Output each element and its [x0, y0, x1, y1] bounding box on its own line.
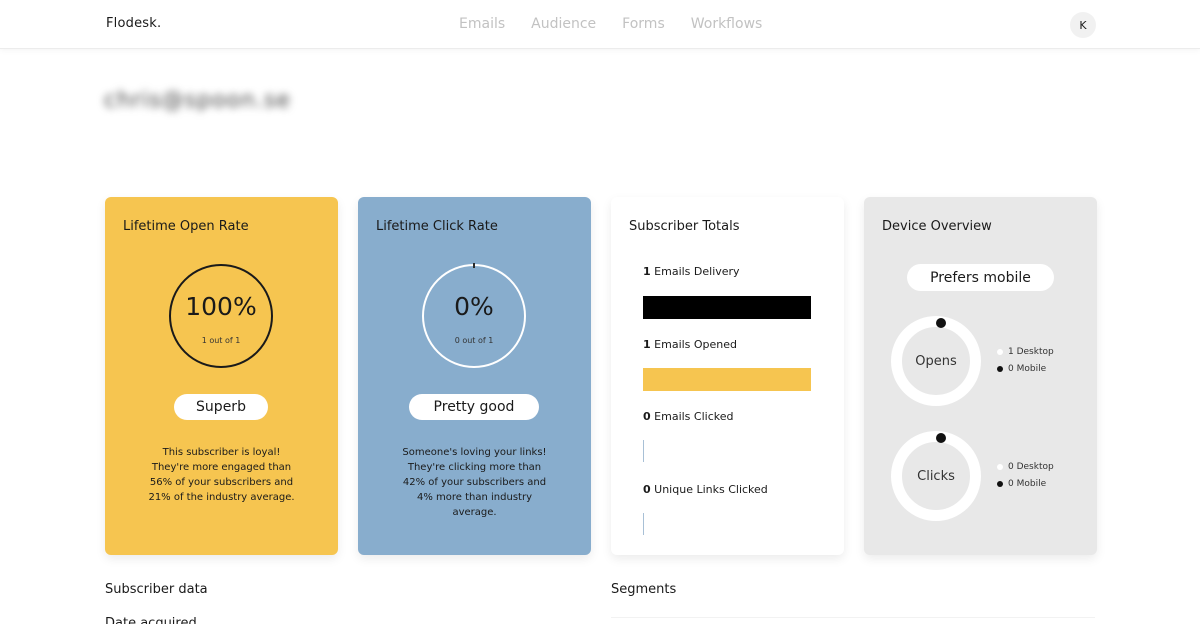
subscriber-totals-card: Subscriber Totals 1 Emails Delivery 1 Em…	[611, 197, 844, 555]
segments-divider	[611, 617, 1095, 618]
emails-opened-count: 1	[643, 338, 651, 351]
clicks-donut: Clicks	[891, 431, 981, 521]
mobile-dot-icon	[997, 366, 1003, 372]
opens-desktop-text: 1 Desktop	[1008, 347, 1054, 357]
opens-donut: Opens	[891, 316, 981, 406]
top-navigation-bar: Flodesk. Emails Audience Forms Workflows…	[0, 0, 1200, 49]
unique-links-clicked-bar	[643, 513, 644, 535]
card-title: Lifetime Open Rate	[123, 219, 249, 234]
open-rate-description: This subscriber is loyal! They're more e…	[148, 447, 295, 503]
emails-delivery-text: Emails Delivery	[654, 265, 740, 278]
opens-donut-label: Opens	[915, 353, 957, 369]
card-title: Device Overview	[882, 219, 992, 234]
lifetime-click-rate-card: Lifetime Click Rate 0% 0 out of 1 Pretty…	[358, 197, 591, 555]
unique-links-clicked-text: Unique Links Clicked	[654, 483, 768, 496]
opens-desktop-legend: 1 Desktop	[997, 347, 1054, 357]
subscriber-data-heading: Subscriber data	[105, 582, 208, 597]
nav-workflows[interactable]: Workflows	[691, 16, 763, 32]
opens-mobile-legend: 0 Mobile	[997, 364, 1046, 374]
open-rate-count: 1 out of 1	[201, 336, 241, 345]
open-rate-rating-badge: Superb	[174, 394, 268, 420]
emails-clicked-label: 0 Emails Clicked	[643, 410, 733, 423]
nav-audience[interactable]: Audience	[531, 16, 596, 32]
date-acquired-label: Date acquired	[105, 616, 197, 624]
emails-clicked-count: 0	[643, 410, 651, 423]
emails-opened-text: Emails Opened	[654, 338, 738, 351]
click-rate-ring: 0% 0 out of 1	[422, 263, 526, 368]
emails-delivery-label: 1 Emails Delivery	[643, 265, 740, 278]
desktop-dot-icon	[997, 349, 1003, 355]
clicks-desktop-legend: 0 Desktop	[997, 462, 1054, 472]
emails-opened-bar	[643, 368, 811, 391]
opens-mobile-text: 0 Mobile	[1008, 364, 1047, 374]
device-overview-card: Device Overview Prefers mobile Opens 1 D…	[864, 197, 1097, 555]
card-title: Lifetime Click Rate	[376, 219, 498, 234]
main-nav: Emails Audience Forms Workflows	[459, 16, 762, 32]
lifetime-open-rate-card: Lifetime Open Rate 100% 1 out of 1 Super…	[105, 197, 338, 555]
emails-delivery-bar	[643, 296, 811, 319]
click-rate-description: Someone's loving your links! They're cli…	[402, 447, 547, 518]
click-rate-count: 0 out of 1	[454, 336, 494, 345]
clicks-desktop-text: 0 Desktop	[1008, 462, 1054, 472]
mobile-dot-icon	[997, 481, 1003, 487]
flodesk-logo[interactable]: Flodesk.	[106, 16, 161, 31]
clicks-mobile-legend: 0 Mobile	[997, 479, 1046, 489]
account-avatar[interactable]: K	[1070, 12, 1096, 38]
subscriber-email-title: chris@spoon.se	[104, 88, 291, 113]
unique-links-clicked-count: 0	[643, 483, 651, 496]
desktop-dot-icon	[997, 464, 1003, 470]
clicks-mobile-text: 0 Mobile	[1008, 479, 1047, 489]
segments-heading: Segments	[611, 582, 677, 597]
click-rate-percent: 0%	[454, 292, 494, 321]
emails-opened-label: 1 Emails Opened	[643, 338, 737, 351]
unique-links-clicked-label: 0 Unique Links Clicked	[643, 483, 768, 496]
open-rate-ring: 100% 1 out of 1	[169, 264, 273, 368]
emails-clicked-text: Emails Clicked	[654, 410, 734, 423]
nav-forms[interactable]: Forms	[622, 16, 665, 32]
emails-clicked-bar	[643, 440, 644, 462]
prefers-mobile-badge: Prefers mobile	[907, 264, 1054, 291]
clicks-donut-label: Clicks	[917, 468, 955, 484]
click-rate-ring-marker	[473, 263, 475, 268]
click-rate-rating-badge: Pretty good	[409, 394, 539, 420]
nav-emails[interactable]: Emails	[459, 16, 505, 32]
open-rate-percent: 100%	[185, 292, 257, 321]
card-title: Subscriber Totals	[629, 219, 740, 234]
emails-delivery-count: 1	[643, 265, 651, 278]
